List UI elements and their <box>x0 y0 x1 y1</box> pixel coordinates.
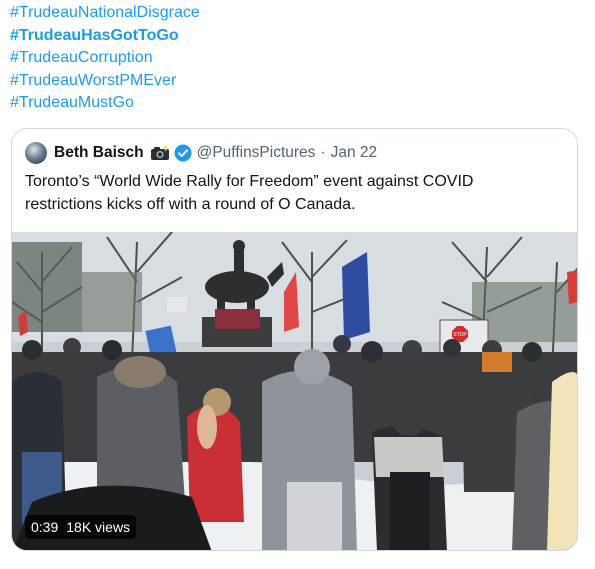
header-separator: · <box>320 144 326 161</box>
video-duration: 0:39 <box>31 519 59 535</box>
quoted-tweet-header: Beth Baisch @PuffinsPictures · Jan 22 <box>25 141 377 165</box>
quoted-tweet-card[interactable]: Beth Baisch @PuffinsPictures · Jan 22 To… <box>11 128 578 551</box>
hashtag-link-trudeau-corruption[interactable]: #TrudeauCorruption <box>10 47 200 70</box>
camera-flash-icon <box>150 145 170 161</box>
tweet-date[interactable]: Jan 22 <box>331 144 378 162</box>
video-frame-image: STOP <box>12 232 577 550</box>
hashtag-link-trudeau-must-go[interactable]: #TrudeauMustGo <box>10 92 200 115</box>
hashtag-link-trudeau-worst-pm-ever[interactable]: #TrudeauWorstPMEver <box>10 70 200 93</box>
tweet-text-line: restrictions kicks off with a round of O… <box>25 196 356 213</box>
tweet-text-line: Toronto’s “World Wide Rally for Freedom”… <box>25 173 474 190</box>
avatar[interactable] <box>25 142 47 164</box>
author-name[interactable]: Beth Baisch <box>54 144 144 162</box>
hashtag-list: #TrudeauNationalDisgrace #TrudeauHasGotT… <box>10 2 200 115</box>
stop-sign-text: STOP <box>453 332 467 338</box>
author-handle[interactable]: @PuffinsPictures <box>197 144 316 162</box>
verified-badge-icon <box>174 144 192 162</box>
quoted-tweet-text: Toronto’s “World Wide Rally for Freedom”… <box>25 170 565 216</box>
hashtag-link-trudeau-national-disgrace[interactable]: #TrudeauNationalDisgrace <box>10 2 200 25</box>
hashtag-link-trudeau-has-got-to-go[interactable]: #TrudeauHasGotToGo <box>10 25 200 48</box>
video-duration-views-badge: 0:39 18K views <box>25 515 137 539</box>
video-view-count: 18K views <box>66 519 131 535</box>
video-player[interactable]: STOP 0:39 18K views <box>12 232 577 550</box>
